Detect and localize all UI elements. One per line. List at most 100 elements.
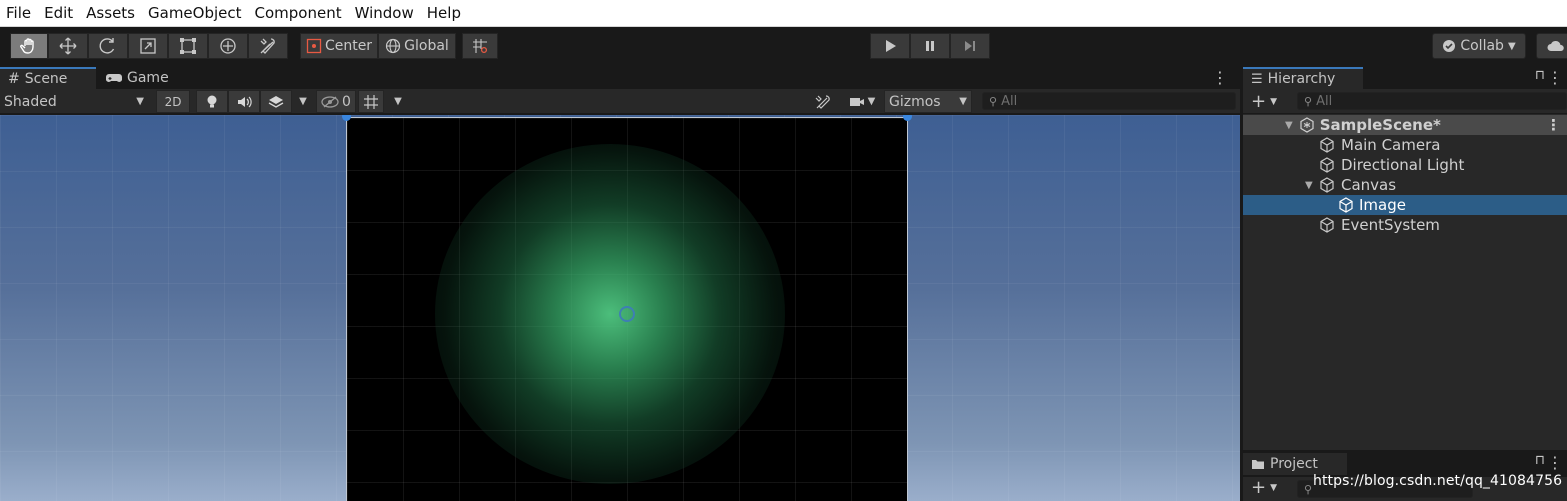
search-icon: ⚲ [1304,94,1313,108]
space-label: Global [404,38,449,54]
dropdown-caret-icon: ▼ [867,96,876,107]
pivot-center-button[interactable]: Center [300,33,378,59]
pivot-handle[interactable] [619,306,635,322]
particle-glow-image [435,144,785,484]
more-menu-icon[interactable]: ⋮ [1547,68,1563,87]
hierarchy-item-eventsystem[interactable]: EventSystem [1243,215,1567,235]
play-icon [886,40,896,52]
transform-icon [220,38,236,54]
tab-game-label: Game [127,70,169,86]
grid-dropdown[interactable]: ▼ [388,90,408,113]
hierarchy-panel: + ▼ ⚲ All ▼ SampleScene* ⋮ Main Camera D… [1243,89,1567,450]
menu-edit[interactable]: Edit [38,4,80,22]
hierarchy-item-label: Canvas [1341,176,1397,194]
globe-icon [386,38,401,54]
rotate-tool-button[interactable] [88,33,128,59]
rect-tool-button[interactable] [168,33,208,59]
scene-search-input[interactable]: ⚲ All [982,92,1236,110]
effects-toggle[interactable] [260,90,292,113]
mode-2d-toggle[interactable]: 2D [156,90,190,113]
gizmos-dropdown[interactable]: Gizmos ▼ [884,90,972,113]
canvas-rect[interactable] [346,117,908,501]
menu-gameobject[interactable]: GameObject [142,4,249,22]
tab-game[interactable]: Game [98,67,177,89]
rotate-icon [99,38,115,54]
tab-scene[interactable]: # Scene [0,67,96,89]
hierarchy-item-main-camera[interactable]: Main Camera [1243,135,1567,155]
scene-tabbar: # Scene Game ⋮ [0,65,1240,89]
step-icon [965,41,975,51]
menu-bar: File Edit Assets GameObject Component Wi… [0,0,1567,27]
gameobject-cube-icon [1339,197,1353,213]
plus-icon: + [1251,91,1267,112]
dropdown-caret-icon: ▼ [959,96,967,107]
pivot-icon [306,38,322,54]
draw-mode-dropdown[interactable]: Shaded ▼ [0,90,150,113]
tab-project-label: Project [1270,456,1318,472]
transform-tool-button[interactable] [208,33,248,59]
hierarchy-search-placeholder: All [1316,93,1333,109]
tab-hierarchy-label: Hierarchy [1267,71,1336,87]
hierarchy-item-directional-light[interactable]: Directional Light [1243,155,1567,175]
dropdown-caret-icon: ▼ [394,96,402,107]
lock-icon[interactable]: ⊓ [1535,68,1545,83]
hierarchy-search-input[interactable]: ⚲ All [1297,92,1567,110]
expand-arrow-icon[interactable]: ▼ [1305,180,1319,191]
collab-button[interactable]: Collab ▼ [1432,33,1526,59]
snap-button[interactable] [462,33,498,59]
scale-tool-button[interactable] [128,33,168,59]
pause-button[interactable] [910,33,950,59]
scene-view[interactable] [0,115,1240,501]
menu-file[interactable]: File [0,4,38,22]
camera-dropdown[interactable]: ▼ [842,90,882,113]
scene-toolbar: Shaded ▼ 2D ▼ 0 ▼ ▼ Gizmos ▼ ⚲ All [0,89,1240,114]
hidden-objects-toggle[interactable]: 0 [316,90,356,113]
grid-toggle[interactable] [358,90,384,113]
watermark-text: https://blog.csdn.net/qq_41084756 [1313,473,1563,489]
cloud-icon [1547,40,1564,51]
menu-help[interactable]: Help [421,4,468,22]
transform-tools [10,33,288,59]
lighting-toggle[interactable] [196,90,228,113]
custom-tool-button[interactable] [248,33,288,59]
unity-scene-icon [1300,117,1314,133]
more-menu-icon[interactable]: ⋮ [1546,116,1561,134]
more-menu-icon[interactable]: ⋮ [1547,453,1563,472]
gameobject-cube-icon [1320,157,1334,173]
tab-hierarchy[interactable]: ☰ Hierarchy [1243,67,1363,89]
hierarchy-item-canvas[interactable]: ▼ Canvas [1243,175,1567,195]
gameobject-cube-icon [1320,177,1334,193]
gameobject-cube-icon [1320,217,1334,233]
hierarchy-item-label: EventSystem [1341,216,1440,234]
check-icon [1443,40,1456,52]
playback-controls [870,33,990,59]
play-button[interactable] [870,33,910,59]
effects-dropdown[interactable]: ▼ [293,90,313,113]
hierarchy-item-image[interactable]: Image [1243,195,1567,215]
pivot-group: Center Global [300,33,498,59]
hand-tool-button[interactable] [10,33,48,59]
gameobject-cube-icon [1320,137,1334,153]
cloud-button[interactable] [1536,33,1567,59]
create-button[interactable]: + ▼ [1251,91,1277,112]
hierarchy-item-label: Image [1359,196,1406,214]
menu-assets[interactable]: Assets [80,4,142,22]
hierarchy-item-label: Directional Light [1341,156,1465,174]
hierarchy-tabbar: ☰ Hierarchy ⊓ ⋮ [1243,65,1567,89]
project-create-button[interactable]: + ▼ [1251,477,1277,498]
scene-tools-button[interactable] [810,90,836,113]
step-button[interactable] [950,33,990,59]
gamepad-icon [106,74,122,82]
move-tool-button[interactable] [48,33,88,59]
eye-slash-icon [321,95,339,108]
audio-toggle[interactable] [228,90,260,113]
lock-icon[interactable]: ⊓ [1535,453,1545,468]
collab-label: Collab [1460,38,1504,54]
scene-search-placeholder: All [1001,93,1018,109]
menu-window[interactable]: Window [349,4,421,22]
menu-component[interactable]: Component [249,4,349,22]
space-global-button[interactable]: Global [378,33,456,59]
more-menu-icon[interactable]: ⋮ [1212,68,1228,87]
hierarchy-scene-row[interactable]: ▼ SampleScene* ⋮ [1243,115,1567,135]
tab-project[interactable]: Project [1243,453,1347,475]
